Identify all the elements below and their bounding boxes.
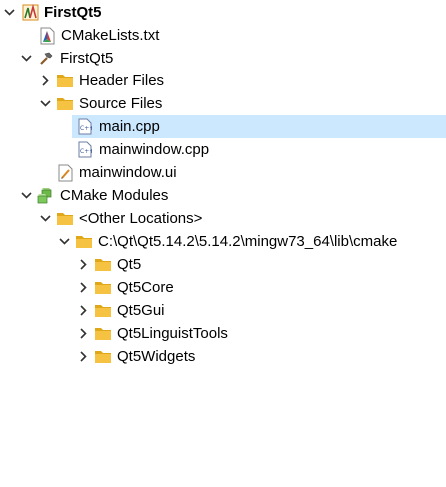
tree-item-qt5gui[interactable]: Qt5Gui [0, 299, 446, 322]
cmake-file-icon [38, 27, 56, 45]
other-locations-label: <Other Locations> [79, 210, 203, 227]
tree-item-cmake-path[interactable]: C:\Qt\Qt5.14.2\5.14.2\mingw73_64\lib\cma… [0, 230, 446, 253]
chevron-right-icon[interactable] [75, 257, 91, 273]
svg-text:C++: C++ [80, 148, 92, 155]
chevron-down-icon[interactable] [37, 211, 53, 227]
folder-icon [56, 210, 74, 228]
folder-icon [56, 72, 74, 90]
chevron-down-icon[interactable] [18, 51, 34, 67]
chevron-down-icon[interactable] [18, 188, 34, 204]
chevron-right-icon[interactable] [75, 280, 91, 296]
tree-item-mainwindow-cpp[interactable]: C++ mainwindow.cpp [0, 138, 446, 161]
chevron-right-icon[interactable] [75, 303, 91, 319]
chevron-right-icon[interactable] [37, 73, 53, 89]
folder-icon [94, 325, 112, 343]
tree-item-qt5widgets[interactable]: Qt5Widgets [0, 345, 446, 368]
cpp-file-icon: C++ [76, 141, 94, 159]
tree-item-qt5core[interactable]: Qt5Core [0, 276, 446, 299]
project-name-label: FirstQt5 [44, 4, 102, 21]
chevron-right-icon[interactable] [75, 326, 91, 342]
tree-item-main-cpp[interactable]: C++ main.cpp [72, 115, 446, 138]
folder-icon [56, 95, 74, 113]
folder-icon [94, 302, 112, 320]
qt5-label: Qt5 [117, 256, 142, 273]
mainwindow-cpp-label: mainwindow.cpp [99, 141, 210, 158]
tree-item-target[interactable]: FirstQt5 [0, 47, 446, 70]
folder-icon [94, 348, 112, 366]
chevron-right-icon[interactable] [75, 349, 91, 365]
chevron-down-icon[interactable] [56, 234, 72, 250]
folder-icon [94, 256, 112, 274]
tree-item-source-files[interactable]: Source Files [0, 92, 446, 115]
ui-form-file-icon [56, 164, 74, 182]
chevron-down-icon[interactable] [37, 96, 53, 112]
qt5linguisttools-label: Qt5LinguistTools [117, 325, 228, 342]
svg-text:C++: C++ [80, 125, 92, 132]
hammer-icon [37, 50, 55, 68]
tree-item-other-locations[interactable]: <Other Locations> [0, 207, 446, 230]
source-files-label: Source Files [79, 95, 163, 112]
qt5widgets-label: Qt5Widgets [117, 348, 196, 365]
cmake-path-label: C:\Qt\Qt5.14.2\5.14.2\mingw73_64\lib\cma… [98, 233, 398, 250]
tree-item-header-files[interactable]: Header Files [0, 69, 446, 92]
project-tree: FirstQt5 CMakeLists.txt FirstQt5 Header … [0, 0, 446, 487]
chevron-down-icon[interactable] [1, 5, 17, 21]
qt-project-icon [21, 4, 39, 22]
folder-icon [94, 279, 112, 297]
tree-item-mainwindow-ui[interactable]: mainwindow.ui [0, 161, 446, 184]
target-label: FirstQt5 [60, 50, 114, 67]
modules-cubes-icon [37, 187, 55, 205]
cmake-modules-label: CMake Modules [60, 187, 169, 204]
tree-item-cmake-modules[interactable]: CMake Modules [0, 184, 446, 207]
tree-item-qt5[interactable]: Qt5 [0, 253, 446, 276]
qt5gui-label: Qt5Gui [117, 302, 165, 319]
tree-item-project-root[interactable]: FirstQt5 [0, 1, 446, 24]
mainwindow-ui-label: mainwindow.ui [79, 164, 177, 181]
tree-item-qt5linguisttools[interactable]: Qt5LinguistTools [0, 322, 446, 345]
main-cpp-label: main.cpp [99, 118, 160, 135]
folder-icon [75, 233, 93, 251]
cpp-file-icon: C++ [76, 118, 94, 136]
tree-item-cmakelists[interactable]: CMakeLists.txt [0, 24, 446, 47]
cmakelists-label: CMakeLists.txt [61, 27, 160, 44]
header-files-label: Header Files [79, 72, 165, 89]
qt5core-label: Qt5Core [117, 279, 174, 296]
